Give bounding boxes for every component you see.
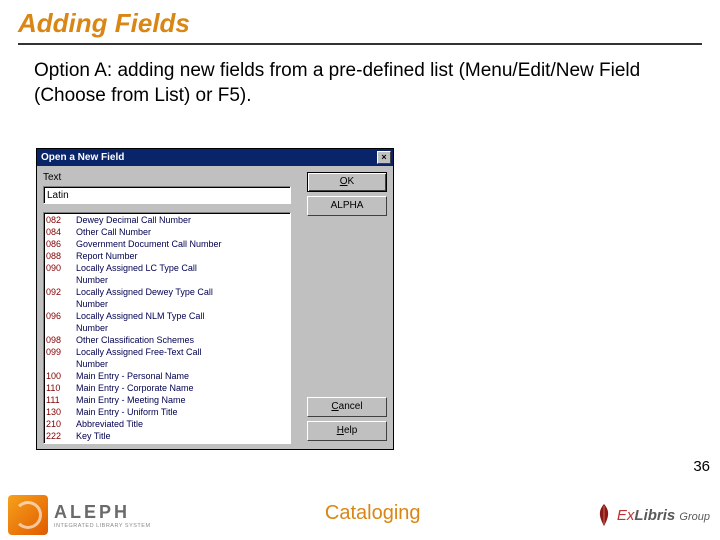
list-item[interactable]: 096Locally Assigned NLM Type Call [44, 310, 290, 322]
close-icon[interactable]: × [377, 151, 391, 164]
field-listbox[interactable]: 082Dewey Decimal Call Number084Other Cal… [43, 212, 291, 444]
field-description: Number [76, 298, 108, 310]
field-description: Number [76, 358, 108, 370]
exlibris-suffix: Group [679, 511, 710, 523]
dialog-title: Open a New Field [41, 152, 124, 163]
field-description: Key Title [76, 430, 111, 442]
page-number: 36 [693, 458, 710, 475]
aleph-logo: ALEPH INTEGRATED LIBRARY SYSTEM [0, 495, 151, 535]
help-button[interactable]: Help [307, 421, 387, 441]
leaf-icon [595, 503, 613, 527]
field-description: Locally Assigned Free-Text Call [76, 346, 202, 358]
cancel-button[interactable]: Cancel [307, 397, 387, 417]
list-item[interactable]: 082Dewey Decimal Call Number [44, 214, 290, 226]
field-description: Dewey Decimal Call Number [76, 214, 191, 226]
field-description: Main Entry - Corporate Name [76, 382, 194, 394]
field-description: Main Entry - Meeting Name [76, 394, 186, 406]
list-item[interactable]: 000Number [44, 298, 290, 310]
field-code: 222 [46, 430, 76, 442]
field-code: 098 [46, 334, 76, 346]
exlibris-main: Libris [634, 507, 675, 524]
list-item[interactable]: 000Number [44, 322, 290, 334]
aleph-swirl-icon [8, 495, 48, 535]
list-item[interactable]: 110Main Entry - Corporate Name [44, 382, 290, 394]
field-code: 084 [46, 226, 76, 238]
list-item[interactable]: 222Key Title [44, 430, 290, 442]
field-code: 088 [46, 250, 76, 262]
dialog-body: Text 082Dewey Decimal Call Number084Othe… [37, 166, 393, 449]
field-description: Locally Assigned NLM Type Call [76, 310, 204, 322]
field-code: 082 [46, 214, 76, 226]
title-rule [18, 43, 702, 45]
dialog-screenshot: Open a New Field × Text 082Dewey Decimal… [36, 148, 394, 450]
field-code: 099 [46, 346, 76, 358]
list-item[interactable]: 130Main Entry - Uniform Title [44, 406, 290, 418]
list-item[interactable]: 099Locally Assigned Free-Text Call [44, 346, 290, 358]
field-description: Other Call Number [76, 226, 151, 238]
field-code: 086 [46, 238, 76, 250]
exlibris-logo: ExLibris Group [595, 503, 720, 527]
alpha-button[interactable]: ALPHA [307, 196, 387, 216]
field-code: 096 [46, 310, 76, 322]
list-item[interactable]: 111Main Entry - Meeting Name [44, 394, 290, 406]
field-code: 090 [46, 262, 76, 274]
list-item[interactable]: 092Locally Assigned Dewey Type Call [44, 286, 290, 298]
field-code: 210 [46, 418, 76, 430]
field-description: Government Document Call Number [76, 238, 222, 250]
list-item[interactable]: 090Locally Assigned LC Type Call [44, 262, 290, 274]
list-item[interactable]: 000Number [44, 274, 290, 286]
text-input[interactable] [43, 186, 291, 204]
field-code: 100 [46, 370, 76, 382]
field-description: Main Entry - Uniform Title [76, 406, 178, 418]
slide-footer: 36 ALEPH INTEGRATED LIBRARY SYSTEM Catal… [0, 480, 720, 540]
list-item[interactable]: 086Government Document Call Number [44, 238, 290, 250]
aleph-wordmark: ALEPH [54, 502, 151, 523]
field-description: Number [76, 322, 108, 334]
field-description: Locally Assigned LC Type Call [76, 262, 197, 274]
footer-center-text: Cataloging [151, 502, 595, 529]
field-code: 130 [46, 406, 76, 418]
field-description: Abbreviated Title [76, 418, 143, 430]
field-code: 110 [46, 382, 76, 394]
field-description: Report Number [76, 250, 138, 262]
open-new-field-dialog: Open a New Field × Text 082Dewey Decimal… [36, 148, 394, 450]
dialog-titlebar: Open a New Field × [37, 149, 393, 166]
list-item[interactable]: 084Other Call Number [44, 226, 290, 238]
list-item[interactable]: 100Main Entry - Personal Name [44, 370, 290, 382]
aleph-subtitle: INTEGRATED LIBRARY SYSTEM [54, 523, 151, 529]
field-description: Other Classification Schemes [76, 334, 194, 346]
list-item[interactable]: 098Other Classification Schemes [44, 334, 290, 346]
field-code: 111 [46, 394, 76, 406]
list-item[interactable]: 000Number [44, 358, 290, 370]
exlibris-prefix: Ex [617, 507, 635, 524]
list-item[interactable]: 088Report Number [44, 250, 290, 262]
list-item[interactable]: 210Abbreviated Title [44, 418, 290, 430]
ok-button[interactable]: OK [307, 172, 387, 192]
slide-body-text: Option A: adding new fields from a pre-d… [0, 59, 720, 108]
slide-title: Adding Fields [0, 0, 720, 43]
field-code: 092 [46, 286, 76, 298]
field-description: Main Entry - Personal Name [76, 370, 189, 382]
field-description: Locally Assigned Dewey Type Call [76, 286, 213, 298]
field-description: Number [76, 274, 108, 286]
